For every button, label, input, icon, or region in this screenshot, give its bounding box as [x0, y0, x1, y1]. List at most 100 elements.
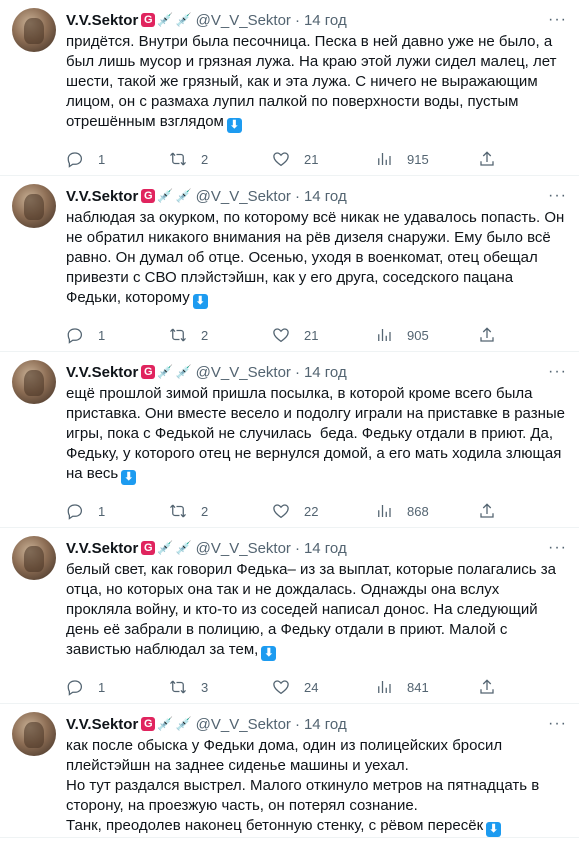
reply-icon	[67, 328, 83, 344]
like-button[interactable]: 22	[272, 502, 328, 520]
tweet-time[interactable]: 14 год	[304, 716, 347, 733]
tweet[interactable]: V.V.Sektor G 💉 💉 @V_V_Sektor · 14 год ··…	[0, 352, 579, 528]
like-button[interactable]: 24	[272, 678, 328, 696]
heart-icon	[273, 504, 289, 519]
views-button[interactable]: 841	[375, 678, 431, 696]
name-emojis: G 💉 💉	[141, 716, 192, 731]
more-options-icon[interactable]: ···	[548, 539, 567, 557]
down-arrow-icon: ⬇	[226, 118, 242, 133]
separator-dot: ·	[294, 11, 300, 29]
views-chart-icon	[378, 505, 391, 517]
tweet-actions: 1 2 21 915	[66, 143, 496, 175]
syringe-icon: 💉	[157, 364, 174, 379]
avatar[interactable]	[12, 8, 56, 52]
tweet-actions: 1 2 22 868	[66, 495, 496, 527]
reply-icon	[67, 680, 83, 696]
g-badge-icon: G	[141, 13, 156, 27]
views-chart-icon	[378, 681, 391, 693]
retweet-button[interactable]: 2	[169, 150, 225, 168]
like-button[interactable]: 21	[272, 326, 328, 344]
author-name[interactable]: V.V.Sektor	[66, 12, 138, 29]
retweet-icon	[170, 152, 186, 166]
share-button[interactable]	[478, 150, 496, 168]
syringe-icon: 💉	[175, 12, 192, 27]
tweet[interactable]: V.V.Sektor G 💉 💉 @V_V_Sektor · 14 год ··…	[0, 528, 579, 704]
views-button[interactable]: 915	[375, 150, 431, 168]
like-button[interactable]: 21	[272, 150, 328, 168]
syringe-icon: 💉	[175, 364, 192, 379]
g-badge-icon: G	[141, 541, 156, 555]
reply-button[interactable]: 1	[66, 150, 122, 168]
more-options-icon[interactable]: ···	[548, 11, 567, 29]
name-emojis: G 💉 💉	[141, 540, 192, 555]
reply-count: 1	[98, 151, 106, 167]
reply-count: 1	[98, 503, 106, 519]
syringe-icon: 💉	[175, 716, 192, 731]
tweet-time[interactable]: 14 год	[304, 12, 347, 29]
tweet-header: V.V.Sektor G 💉 💉 @V_V_Sektor · 14 год ··…	[66, 538, 567, 558]
heart-icon	[273, 152, 289, 167]
tweet[interactable]: V.V.Sektor G 💉 💉 @V_V_Sektor · 14 год ··…	[0, 0, 579, 176]
author-name[interactable]: V.V.Sektor	[66, 188, 138, 205]
syringe-icon: 💉	[157, 188, 174, 203]
avatar[interactable]	[12, 360, 56, 404]
g-badge-icon: G	[141, 189, 156, 203]
avatar[interactable]	[12, 184, 56, 228]
author-handle[interactable]: @V_V_Sektor	[196, 716, 291, 733]
tweet-header: V.V.Sektor G 💉 💉 @V_V_Sektor · 14 год ··…	[66, 714, 567, 734]
g-badge-icon: G	[141, 717, 156, 731]
view-count: 905	[407, 327, 429, 343]
avatar[interactable]	[12, 712, 56, 756]
like-count: 24	[304, 679, 319, 695]
retweet-button[interactable]: 2	[169, 502, 225, 520]
author-name[interactable]: V.V.Sektor	[66, 364, 138, 381]
separator-dot: ·	[294, 187, 300, 205]
avatar[interactable]	[12, 536, 56, 580]
more-options-icon[interactable]: ···	[548, 363, 567, 381]
syringe-icon: 💉	[175, 188, 192, 203]
author-handle[interactable]: @V_V_Sektor	[196, 188, 291, 205]
share-button[interactable]	[478, 502, 496, 520]
author-handle[interactable]: @V_V_Sektor	[196, 540, 291, 557]
retweet-button[interactable]: 3	[169, 678, 225, 696]
author-name[interactable]: V.V.Sektor	[66, 716, 138, 733]
more-options-icon[interactable]: ···	[548, 187, 567, 205]
views-button[interactable]: 905	[375, 326, 431, 344]
tweet-text: как после обыска у Федьки дома, один из …	[66, 736, 567, 837]
view-count: 915	[407, 151, 429, 167]
retweet-count: 3	[201, 679, 209, 695]
tweet-body: придётся. Внутри была песочница. Песка в…	[66, 33, 561, 130]
name-emojis: G 💉 💉	[141, 188, 192, 203]
tweet-text: придётся. Внутри была песочница. Песка в…	[66, 32, 567, 133]
more-options-icon[interactable]: ···	[548, 715, 567, 733]
reply-count: 1	[98, 679, 106, 695]
tweet-time[interactable]: 14 год	[304, 540, 347, 557]
reply-button[interactable]: 1	[66, 678, 122, 696]
author-handle[interactable]: @V_V_Sektor	[196, 12, 291, 29]
tweet-body: ещё прошлой зимой пришла посылка, в кото…	[66, 385, 570, 482]
share-icon	[480, 679, 494, 694]
views-chart-icon	[378, 153, 391, 165]
views-button[interactable]: 868	[375, 502, 431, 520]
reply-button[interactable]: 1	[66, 502, 122, 520]
like-count: 22	[304, 503, 319, 519]
tweet-time[interactable]: 14 год	[304, 364, 347, 381]
retweet-icon	[170, 680, 186, 694]
share-button[interactable]	[478, 678, 496, 696]
tweet[interactable]: V.V.Sektor G 💉 💉 @V_V_Sektor · 14 год ··…	[0, 704, 579, 838]
tweet[interactable]: V.V.Sektor G 💉 💉 @V_V_Sektor · 14 год ··…	[0, 176, 579, 352]
retweet-count: 2	[201, 151, 209, 167]
share-button[interactable]	[478, 326, 496, 344]
retweet-button[interactable]: 2	[169, 326, 225, 344]
share-icon	[480, 327, 494, 342]
author-name[interactable]: V.V.Sektor	[66, 540, 138, 557]
tweet-body: белый свет, как говорил Федька– из за вы…	[66, 561, 561, 658]
tweet-time[interactable]: 14 год	[304, 188, 347, 205]
reply-button[interactable]: 1	[66, 326, 122, 344]
down-arrow-icon: ⬇	[486, 822, 502, 837]
syringe-icon: 💉	[157, 540, 174, 555]
separator-dot: ·	[294, 715, 300, 733]
syringe-icon: 💉	[157, 12, 174, 27]
heart-icon	[273, 680, 289, 695]
author-handle[interactable]: @V_V_Sektor	[196, 364, 291, 381]
